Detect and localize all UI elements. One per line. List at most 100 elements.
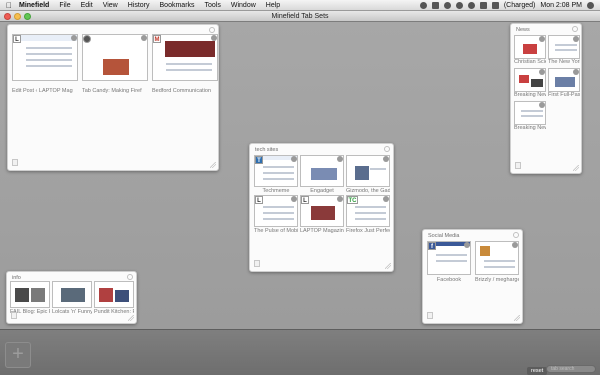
techcrunch-favicon-icon: TC bbox=[347, 196, 358, 204]
tab-thumbnail[interactable]: Pundit Kitchen: Fun bbox=[94, 281, 134, 315]
zoom-window-icon[interactable] bbox=[24, 13, 31, 20]
menu-edit[interactable]: Edit bbox=[76, 2, 98, 9]
group-resize-handle[interactable] bbox=[514, 315, 520, 321]
tab-thumbnail[interactable]: First Full-Pass... bbox=[548, 68, 580, 98]
tab-thumbnail[interactable]: M Bedford Communication bbox=[152, 34, 218, 94]
menu-view[interactable]: View bbox=[98, 2, 123, 9]
tab-thumbnail[interactable]: FAIL Blog: Epic Fa bbox=[10, 281, 50, 315]
tab-close-icon[interactable] bbox=[573, 36, 579, 42]
tab-thumbnail[interactable]: L Edit Post ‹ LAPTOP Mag bbox=[12, 34, 78, 94]
tab-group-tech-sites[interactable]: tech sites T Techmeme Engadget Gizmodo, … bbox=[249, 143, 394, 272]
tab-search-input[interactable]: tab search bbox=[546, 365, 596, 373]
tab-thumbnail[interactable]: Tab Candy: Making Firef bbox=[82, 34, 148, 94]
tab-title: First Full-Pass... bbox=[548, 92, 580, 98]
tab-close-icon[interactable] bbox=[539, 36, 545, 42]
group-close-icon[interactable] bbox=[513, 232, 519, 238]
tab-thumbnail[interactable]: L LAPTOP Magazine bbox=[300, 195, 344, 234]
tab-group-social-media[interactable]: Social Media f Facebook Brizzly / meghar… bbox=[422, 229, 523, 324]
tab-thumbnail[interactable]: Breaking News,... bbox=[514, 101, 546, 131]
wifi-icon[interactable] bbox=[467, 1, 475, 9]
tab-close-icon[interactable] bbox=[291, 196, 297, 202]
tab-title: Engadget bbox=[310, 188, 334, 194]
tab-title: Gizmodo, the Gad bbox=[346, 188, 390, 194]
group-app-tab-icon bbox=[12, 159, 18, 166]
menu-history[interactable]: History bbox=[123, 2, 155, 9]
window-controls bbox=[4, 13, 31, 20]
close-window-icon[interactable] bbox=[4, 13, 11, 20]
menu-tools[interactable]: Tools bbox=[200, 2, 226, 9]
group-resize-handle[interactable] bbox=[573, 165, 579, 171]
tab-group-news[interactable]: News Christian Science... The New York T… bbox=[510, 23, 582, 174]
time-machine-icon[interactable] bbox=[455, 1, 463, 9]
tab-close-icon[interactable] bbox=[464, 242, 470, 248]
spotlight-icon[interactable] bbox=[587, 1, 594, 9]
tab-group-info[interactable]: info FAIL Blog: Epic Fa Lolcats 'n' Funn… bbox=[6, 271, 137, 324]
sync-icon[interactable] bbox=[419, 1, 427, 9]
apple-menu-icon[interactable]:  bbox=[4, 1, 14, 10]
tab-group-untitled[interactable]: L Edit Post ‹ LAPTOP Mag Tab Candy: Maki… bbox=[7, 24, 219, 171]
group-close-icon[interactable] bbox=[384, 146, 390, 152]
tab-title: Techmeme bbox=[262, 188, 290, 194]
group-app-tab-icon bbox=[254, 260, 260, 267]
menu-bar:  Minefield File Edit View History Bookm… bbox=[0, 0, 600, 11]
tab-title: Tab Candy: Making Firef bbox=[82, 88, 142, 94]
tab-title: LAPTOP Magazine bbox=[300, 228, 344, 234]
tab-thumbnail[interactable]: L The Pulse of Mobil bbox=[254, 195, 298, 234]
menubar-clock[interactable]: Mon 2:08 PM bbox=[540, 2, 582, 9]
tab-close-icon[interactable] bbox=[512, 242, 518, 248]
display-icon[interactable] bbox=[431, 1, 439, 9]
tab-title: The Pulse of Mobil bbox=[254, 228, 298, 234]
battery-icon[interactable] bbox=[491, 1, 499, 9]
battery-status: (Charged) bbox=[503, 1, 536, 9]
group-resize-handle[interactable] bbox=[128, 315, 134, 321]
group-resize-handle[interactable] bbox=[210, 162, 216, 168]
tab-close-icon[interactable] bbox=[539, 102, 545, 108]
group-close-icon[interactable] bbox=[572, 26, 578, 32]
menu-bookmarks[interactable]: Bookmarks bbox=[155, 2, 200, 9]
tab-thumbnail[interactable]: TC Firefox Just Perfec bbox=[346, 195, 390, 234]
tab-close-icon[interactable] bbox=[71, 35, 77, 41]
tab-title: Facebook bbox=[436, 277, 462, 283]
menu-file[interactable]: File bbox=[54, 2, 75, 9]
new-group-button[interactable]: + bbox=[5, 342, 31, 368]
menu-window[interactable]: Window bbox=[226, 2, 261, 9]
tab-thumbnail[interactable]: T Techmeme bbox=[254, 155, 298, 194]
tab-thumbnail[interactable]: Brizzly / megharge bbox=[475, 241, 519, 283]
tab-thumbnail[interactable]: The New York Ti... bbox=[548, 35, 580, 65]
tab-close-icon[interactable] bbox=[141, 35, 147, 41]
group-close-icon[interactable] bbox=[209, 27, 215, 33]
group-title[interactable]: tech sites bbox=[255, 147, 278, 153]
tab-title: Bedford Communication bbox=[152, 88, 212, 94]
tab-title: Breaking News,... bbox=[514, 125, 546, 131]
volume-icon[interactable] bbox=[479, 1, 487, 9]
tab-close-icon[interactable] bbox=[573, 69, 579, 75]
tab-close-icon[interactable] bbox=[291, 156, 297, 162]
tab-groups-canvas[interactable]: L Edit Post ‹ LAPTOP Mag Tab Candy: Maki… bbox=[0, 22, 600, 329]
tab-close-icon[interactable] bbox=[383, 196, 389, 202]
tab-close-icon[interactable] bbox=[211, 35, 217, 41]
minimize-window-icon[interactable] bbox=[14, 13, 21, 20]
reset-button[interactable]: reset bbox=[527, 367, 548, 375]
tab-title: The New York Ti... bbox=[548, 59, 580, 65]
tab-thumbnail[interactable]: f Facebook bbox=[427, 241, 471, 283]
tab-thumbnail[interactable]: Engadget bbox=[300, 155, 344, 194]
tab-close-icon[interactable] bbox=[337, 196, 343, 202]
tab-title: Brizzly / megharge bbox=[475, 277, 519, 283]
tab-close-icon[interactable] bbox=[337, 156, 343, 162]
group-title[interactable]: Social Media bbox=[428, 233, 460, 239]
tab-thumbnail[interactable]: Breaking News... bbox=[514, 68, 546, 98]
tab-thumbnail[interactable]: Gizmodo, the Gad bbox=[346, 155, 390, 194]
bluetooth-icon[interactable] bbox=[443, 1, 451, 9]
tab-thumbnail[interactable]: Christian Science... bbox=[514, 35, 546, 65]
group-close-icon[interactable] bbox=[127, 274, 133, 280]
tab-close-icon[interactable] bbox=[383, 156, 389, 162]
menu-app-name[interactable]: Minefield bbox=[14, 2, 54, 9]
group-title[interactable]: News bbox=[516, 27, 530, 33]
tab-close-icon[interactable] bbox=[539, 69, 545, 75]
tab-thumbnail[interactable]: Lolcats 'n' Funny P bbox=[52, 281, 92, 315]
tab-title: Firefox Just Perfec bbox=[346, 228, 390, 234]
window-title: Minefield Tab Sets bbox=[271, 13, 329, 20]
tab-title: Breaking News... bbox=[514, 92, 546, 98]
group-resize-handle[interactable] bbox=[385, 263, 391, 269]
menu-help[interactable]: Help bbox=[261, 2, 285, 9]
